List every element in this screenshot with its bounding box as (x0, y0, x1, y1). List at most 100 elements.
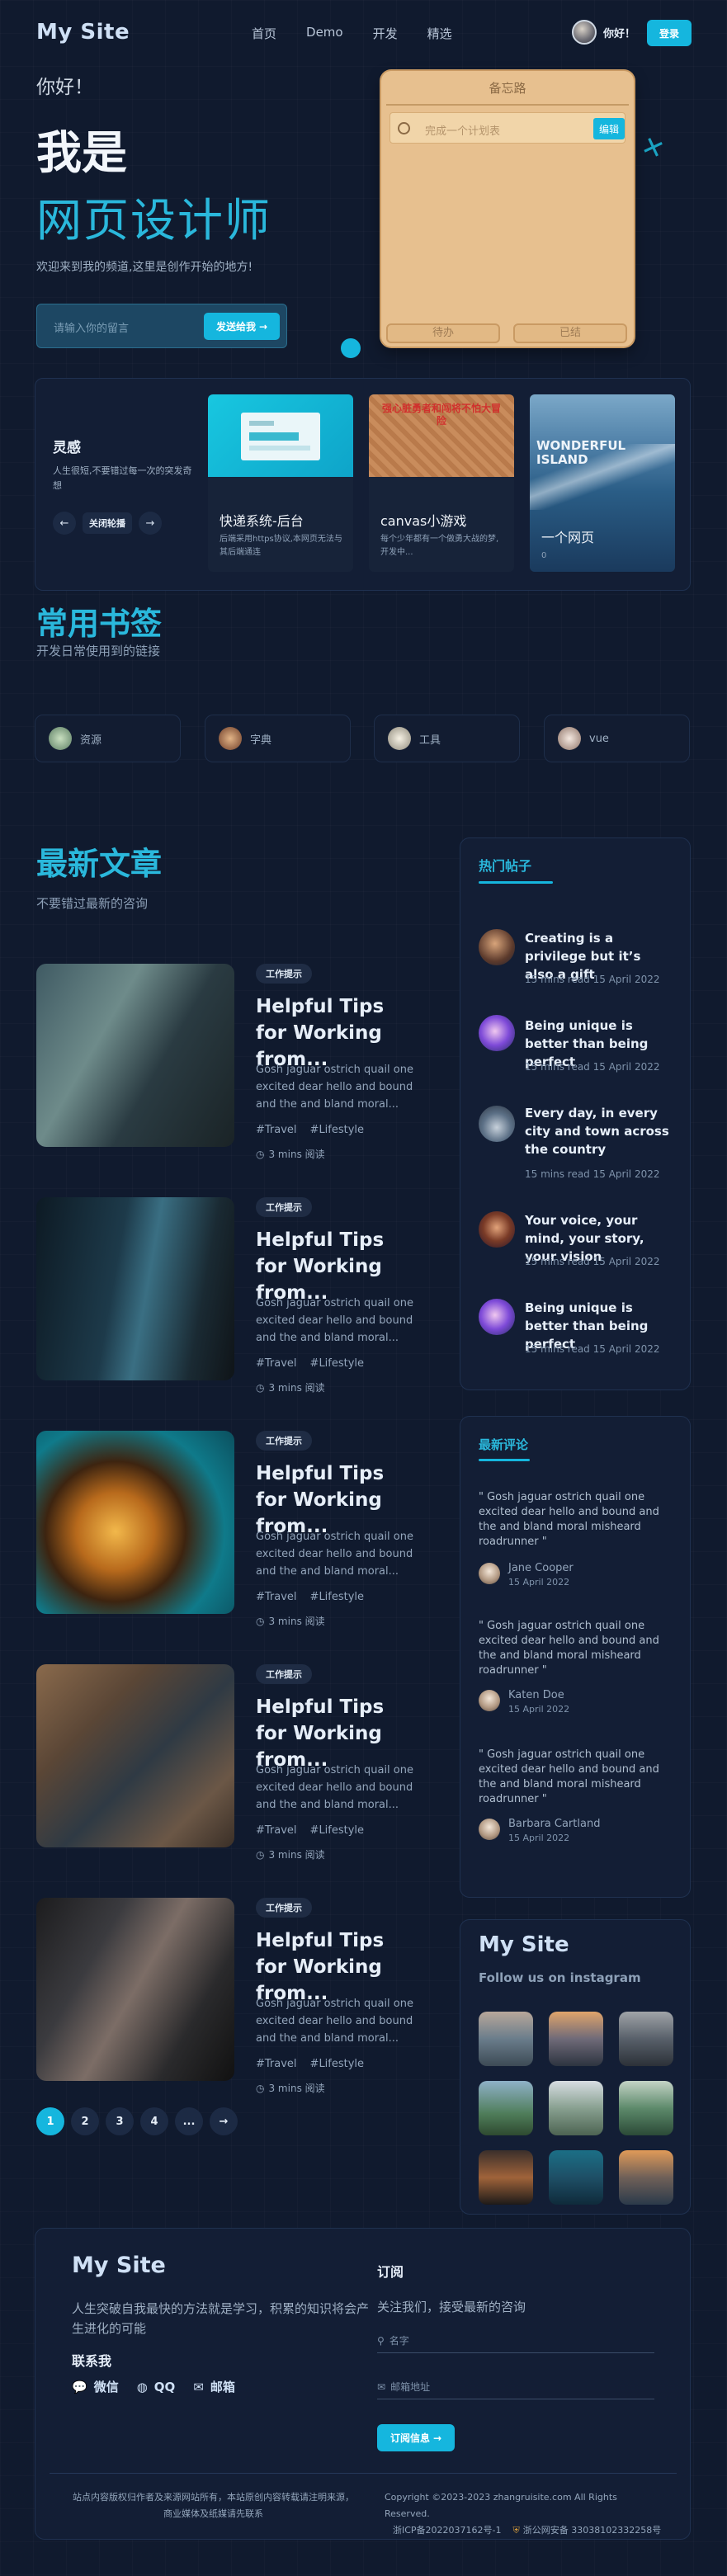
article-tag-link[interactable]: #Lifestyle (310, 2058, 365, 2070)
project-image-text: WONDERFUL ISLAND (536, 438, 626, 467)
bookmark-avatar (558, 727, 581, 750)
article-tag-link[interactable]: #Lifestyle (310, 1824, 365, 1837)
article-tag[interactable]: 工作提示 (256, 1197, 312, 1217)
instagram-photo[interactable] (549, 2150, 603, 2205)
bookmark-item[interactable]: vue (544, 715, 690, 762)
instagram-photo[interactable] (619, 2150, 673, 2205)
email-placeholder: 邮箱地址 (390, 2381, 431, 2393)
bookmark-item[interactable]: 字典 (205, 715, 351, 762)
article-image[interactable] (36, 1664, 234, 1847)
avatar[interactable] (572, 20, 597, 45)
subscribe-button[interactable]: 订阅信息 → (377, 2424, 455, 2451)
message-input[interactable]: 请输入你的留言 (54, 319, 129, 335)
project-card[interactable]: 快递系统-后台 后端采用https协议,本网页无法与其后端通连 (208, 394, 353, 572)
hero-role: 网页设计师 (36, 194, 272, 247)
instagram-photo[interactable] (479, 2150, 533, 2205)
tab-done[interactable]: 已结 (513, 323, 627, 343)
clock-icon: ◷ (256, 1848, 265, 1861)
project-card[interactable]: WONDERFUL ISLAND 一个网页 0 (530, 394, 675, 572)
icp-link[interactable]: 浙ICP备2022037162号-1 (393, 2522, 502, 2539)
send-button[interactable]: 发送给我 → (204, 313, 280, 340)
comment-date: 15 April 2022 (508, 1704, 570, 1715)
comment-author[interactable]: Barbara Cartland (508, 1818, 600, 1830)
message-box: 请输入你的留言 发送给我 → (36, 304, 287, 348)
instagram-title: My Site (479, 1932, 569, 1957)
arrow-right-icon: → (258, 320, 268, 333)
page-2-button[interactable]: 2 (71, 2107, 99, 2135)
clock-icon: ◷ (256, 1615, 265, 1627)
hot-post-avatar[interactable] (479, 1106, 515, 1142)
article-tag-link[interactable]: #Travel (256, 1124, 297, 1136)
article-image[interactable] (36, 1431, 234, 1614)
nav-item-dev[interactable]: 开发 (373, 25, 398, 42)
page-3-button[interactable]: 3 (106, 2107, 134, 2135)
project-card[interactable]: 强心脏勇者和闯将不怕大冒险 canvas小游戏 每个少年都有一个做勇大战的梦,开… (369, 394, 514, 572)
hot-post-avatar[interactable] (479, 1299, 515, 1335)
hot-post-avatar[interactable] (479, 1015, 515, 1051)
next-page-button[interactable]: → (210, 2107, 238, 2135)
nav-item-featured[interactable]: 精选 (427, 25, 452, 42)
comment-author[interactable]: Katen Doe (508, 1689, 564, 1701)
footer-logo[interactable]: My Site (72, 2253, 166, 2278)
email-field[interactable]: ✉ 邮箱地址 (377, 2375, 654, 2399)
qq-label: QQ (153, 2379, 176, 2394)
article-tag[interactable]: 工作提示 (256, 1898, 312, 1918)
wechat-link[interactable]: 💬 微信 (72, 2378, 119, 2395)
hot-post-title[interactable]: Every day, in every city and town across… (525, 1104, 673, 1158)
hot-post-avatar[interactable] (479, 929, 515, 965)
tab-todo[interactable]: 待办 (386, 323, 500, 343)
login-button[interactable]: 登录 (647, 20, 692, 46)
instagram-photo[interactable] (619, 2012, 673, 2066)
article-image[interactable] (36, 1197, 234, 1380)
read-time-label: 3 mins 阅读 (268, 1382, 325, 1394)
police-link[interactable]: ⛨ 浙公网安备 33038102332258号 (513, 2522, 662, 2539)
article-excerpt: Gosh jaguar ostrich quail one excited de… (256, 1297, 413, 1344)
mockup-bar (249, 421, 274, 426)
subscribe-desc: 关注我们，接受最新的咨询 (377, 2300, 526, 2314)
page-4-button[interactable]: 4 (140, 2107, 168, 2135)
site-logo[interactable]: My Site (36, 20, 130, 45)
page-1-button[interactable]: 1 (36, 2107, 64, 2135)
instagram-photo[interactable] (619, 2081, 673, 2135)
article-tag[interactable]: 工作提示 (256, 964, 312, 984)
comment-text: " Gosh jaguar ostrich quail one excited … (479, 1491, 659, 1548)
memo-check-icon[interactable] (398, 122, 410, 134)
hot-post-avatar[interactable] (479, 1211, 515, 1248)
inspiration-desc: 人生很短,不要错过每一次的突发奇想 (53, 465, 192, 491)
article-tag-link[interactable]: #Lifestyle (310, 1591, 365, 1603)
instagram-photo[interactable] (479, 2081, 533, 2135)
memo-input-placeholder: 完成一个计划表 (425, 125, 501, 138)
carousel-toggle-button[interactable]: 关闭轮播 (83, 512, 132, 534)
nav-item-demo[interactable]: Demo (306, 25, 343, 42)
arrow-right-icon[interactable]: → (139, 512, 162, 535)
project-desc: 0 (541, 551, 547, 560)
memo-input[interactable]: 完成一个计划表 编辑 (389, 112, 626, 144)
nav-item-home[interactable]: 首页 (252, 25, 276, 42)
article-image[interactable] (36, 1898, 234, 2081)
instagram-photo[interactable] (549, 2012, 603, 2066)
article-tag-link[interactable]: #Lifestyle (310, 1124, 365, 1136)
article-tag[interactable]: 工作提示 (256, 1431, 312, 1451)
qq-link[interactable]: ◍ QQ (137, 2378, 176, 2395)
comment-author[interactable]: Jane Cooper (508, 1562, 574, 1574)
name-field[interactable]: ⚲ 名字 (377, 2328, 654, 2353)
article-tag[interactable]: 工作提示 (256, 1664, 312, 1684)
subscribe-title: 订阅 (377, 2264, 404, 2280)
bookmark-item[interactable]: 工具 (374, 715, 520, 762)
bookmark-item[interactable]: 资源 (35, 715, 181, 762)
memo-edit-button[interactable]: 编辑 (593, 118, 625, 139)
user-menu[interactable]: 你好！ (572, 20, 635, 45)
article-tag-link[interactable]: #Travel (256, 1357, 297, 1370)
pagination: 1 2 3 4 ... → (36, 2107, 238, 2135)
arrow-left-icon[interactable]: ← (53, 512, 76, 535)
article-tag-link[interactable]: #Travel (256, 1591, 297, 1603)
article-tag-link[interactable]: #Travel (256, 1824, 297, 1837)
wechat-label: 微信 (93, 2380, 119, 2394)
instagram-photo[interactable] (549, 2081, 603, 2135)
article-image[interactable] (36, 964, 234, 1147)
article-tag-link[interactable]: #Lifestyle (310, 1357, 365, 1370)
email-link[interactable]: ✉ 邮箱 (193, 2378, 235, 2395)
article-tag-link[interactable]: #Travel (256, 2058, 297, 2070)
police-label: 浙公网安备 33038102332258号 (522, 2525, 662, 2536)
instagram-photo[interactable] (479, 2012, 533, 2066)
